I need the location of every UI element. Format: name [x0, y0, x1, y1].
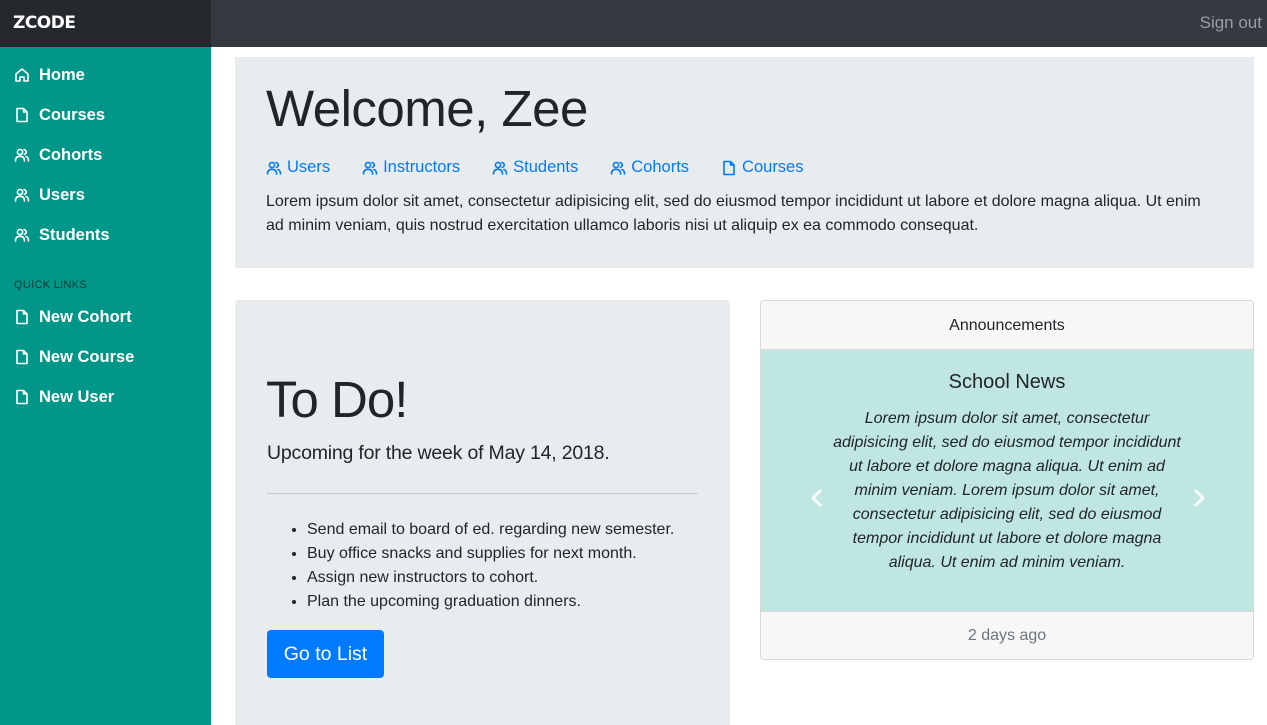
sidebar-item-courses[interactable]: Courses — [14, 102, 105, 128]
sidebar-item-label: Students — [39, 225, 110, 244]
slide-title: School News — [948, 371, 1066, 393]
link-cohorts[interactable]: Cohorts — [610, 158, 689, 177]
intro-text: Lorem ipsum dolor sit amet, consectetur … — [266, 193, 1201, 234]
list-item: Send email to board of ed. regarding new… — [307, 518, 674, 542]
sidebar-item-home[interactable]: Home — [14, 62, 85, 88]
sidebar-item-new-cohort[interactable]: New Cohort — [14, 304, 132, 330]
sidebar-item-label: Cohorts — [39, 145, 103, 164]
link-label: Students — [513, 158, 579, 176]
link-label: Courses — [742, 158, 804, 176]
brand-logo[interactable]: ZCODE — [0, 0, 211, 47]
file-icon — [723, 160, 735, 175]
list-item: Plan the upcoming graduation dinners. — [307, 590, 674, 614]
link-instructors[interactable]: Instructors — [362, 158, 460, 177]
sidebar-item-label: Home — [39, 65, 85, 84]
users-icon — [362, 161, 378, 175]
go-to-list-button[interactable]: Go to List — [267, 630, 384, 678]
sidebar-item-label: New Cohort — [39, 307, 132, 326]
file-icon — [16, 389, 28, 405]
link-label: Cohorts — [631, 158, 690, 176]
quick-nav-links: Users Instructors Students Cohorts Cours… — [266, 158, 804, 177]
users-icon — [610, 161, 626, 175]
announcements-card: Announcements School News Lorem ipsum do… — [760, 300, 1254, 660]
carousel-prev-button[interactable] — [807, 486, 827, 510]
todo-title: To Do! — [266, 371, 408, 428]
slide-text: Lorem ipsum dolor sit amet, consectetur … — [833, 410, 1181, 571]
users-icon — [492, 161, 508, 175]
sidebar-item-label: Courses — [39, 105, 106, 124]
sidebar-item-new-course[interactable]: New Course — [14, 344, 134, 370]
page-title: Welcome, Zee — [266, 80, 588, 137]
sidebar: Home Courses Cohorts Users Students QUIC… — [0, 47, 211, 725]
welcome-jumbotron: Welcome, Zee Users Instructors Students … — [235, 57, 1254, 268]
link-users[interactable]: Users — [266, 158, 330, 177]
sign-out-link[interactable]: Sign out — [1200, 13, 1262, 33]
card-header: Announcements — [761, 301, 1253, 350]
quick-links-heading: QUICK LINKS — [14, 279, 87, 291]
link-students[interactable]: Students — [492, 158, 578, 177]
sidebar-item-users[interactable]: Users — [14, 182, 85, 208]
todo-list: Send email to board of ed. regarding new… — [307, 518, 674, 614]
link-label: Users — [287, 158, 331, 176]
chevron-right-icon — [1193, 488, 1206, 508]
users-icon — [14, 148, 30, 162]
file-icon — [16, 309, 28, 325]
file-icon — [16, 349, 28, 365]
link-courses[interactable]: Courses — [721, 158, 804, 177]
link-label: Instructors — [383, 158, 461, 176]
todo-subtitle: Upcoming for the week of May 14, 2018. — [267, 442, 610, 464]
sidebar-item-label: Users — [39, 185, 85, 204]
list-item: Assign new instructors to cohort. — [307, 566, 674, 590]
list-item: Buy office snacks and supplies for next … — [307, 542, 674, 566]
divider — [267, 493, 698, 494]
sidebar-item-cohorts[interactable]: Cohorts — [14, 142, 102, 168]
todo-panel: To Do! Upcoming for the week of May 14, … — [235, 300, 730, 725]
users-icon — [14, 228, 30, 242]
sidebar-item-label: New Course — [39, 347, 135, 366]
sidebar-item-new-user[interactable]: New User — [14, 384, 114, 410]
users-icon — [266, 161, 282, 175]
chevron-left-icon — [810, 488, 823, 508]
sidebar-item-label: New User — [39, 387, 115, 406]
carousel-next-button[interactable] — [1189, 486, 1209, 510]
home-icon — [15, 68, 29, 82]
users-icon — [14, 188, 30, 202]
sidebar-item-students[interactable]: Students — [14, 222, 110, 248]
card-footer: 2 days ago — [761, 611, 1253, 659]
file-icon — [16, 107, 28, 123]
announcements-carousel: School News Lorem ipsum dolor sit amet, … — [761, 350, 1253, 611]
top-navbar: ZCODE Sign out — [0, 0, 1267, 47]
